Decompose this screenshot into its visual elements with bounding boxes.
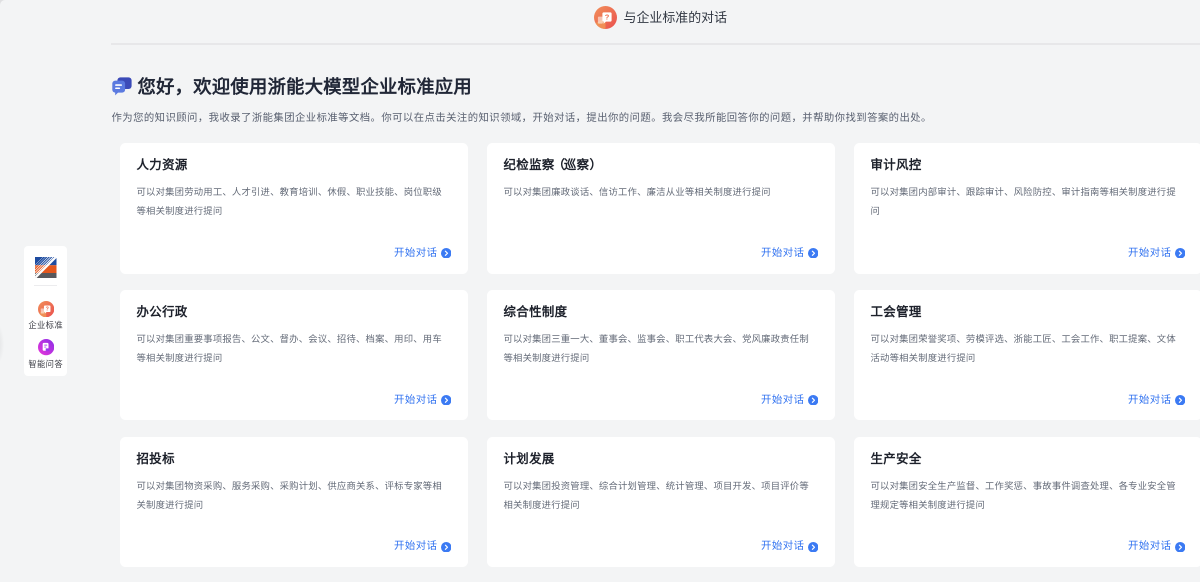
svg-text:?: ? xyxy=(45,306,48,312)
svg-text:?: ? xyxy=(605,13,610,22)
